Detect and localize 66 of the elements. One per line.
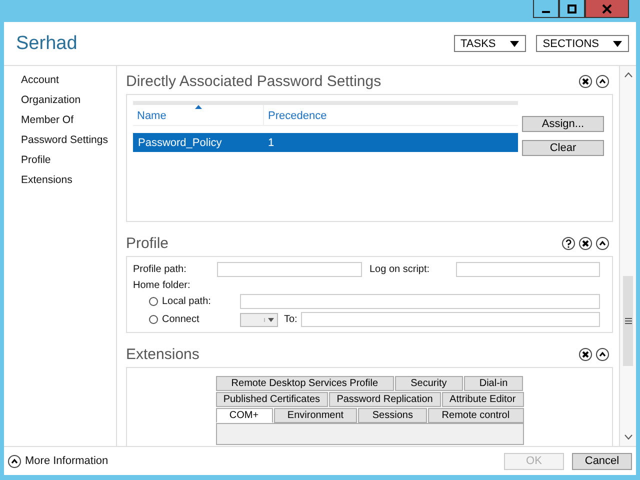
radio-label: Connect [162,314,200,325]
connect-path-field[interactable] [301,312,600,327]
action-button[interactable]: Clear [522,140,604,156]
profile-path-field[interactable] [217,262,362,277]
window-title: Serhad [16,32,78,54]
section-title: Profile [126,235,169,252]
log-on-script-field[interactable] [456,262,600,277]
maximize-icon [567,4,577,14]
tab[interactable]: Security [394,376,463,391]
field-label: To: [284,314,298,325]
action-button[interactable]: Assign... [522,116,604,132]
close-icon[interactable] [579,348,592,361]
field-label: Home folder: [133,280,192,291]
tab[interactable]: Remote Desktop Services Profile [216,376,394,391]
sidebar-item[interactable]: Profile [21,154,116,166]
dropdown-button[interactable]: TASKS [454,35,526,52]
section-title: Extensions [126,346,200,363]
dropdown-button[interactable]: SECTIONS [536,35,629,52]
radio-button[interactable] [149,297,158,306]
collapse-icon[interactable] [596,237,609,250]
radio-label: Local path: [162,296,212,307]
tab[interactable]: Sessions [358,408,427,423]
maximize-button[interactable] [559,0,585,18]
sidebar-item[interactable]: Account [21,74,116,86]
scrollbar[interactable] [619,66,636,446]
caret-icon [613,40,622,46]
caret-icon [510,40,519,46]
close-icon[interactable] [579,237,592,250]
table-cell-text: Password_Policy [137,136,223,148]
tab[interactable]: Password Replication [328,392,441,407]
scroll-up-icon [624,72,632,78]
dialog-button[interactable]: Cancel [572,452,632,470]
tab[interactable]: Dial-in [464,376,524,391]
tab[interactable]: Attribute Editor [442,392,524,407]
tab[interactable]: COM+ [216,408,272,423]
field-label: Log on script: [370,264,431,275]
sidebar-item[interactable]: Extensions [21,174,116,186]
close-icon [602,4,612,14]
sidebar-item[interactable]: Organization [21,94,116,106]
collapse-icon[interactable] [596,348,609,361]
table-cell-text: 1 [267,136,276,148]
more-information-link[interactable]: More Information [8,454,108,468]
tab[interactable]: Remote control [428,408,524,423]
close-button[interactable] [585,0,629,18]
table-row[interactable]: Password_Policy 1 [133,133,518,152]
field-label: Profile path: [133,264,188,275]
column-header[interactable]: Name [133,105,263,125]
minimize-icon [542,10,550,12]
close-icon[interactable] [579,75,592,88]
scroll-down-icon [624,434,632,440]
minimize-button[interactable] [533,0,559,18]
expand-icon [8,454,21,468]
tab[interactable]: Environment [274,408,358,423]
radio-button[interactable] [149,315,158,324]
caret-icon [264,318,277,322]
collapse-icon[interactable] [596,75,609,88]
tab[interactable]: Published Certificates [216,392,328,407]
local-path-field[interactable] [240,294,600,309]
section-title: Directly Associated Password Settings [126,73,382,90]
drive-dropdown[interactable] [240,312,278,326]
sidebar-item[interactable]: Password Settings [21,134,116,146]
help-icon[interactable] [562,237,575,250]
sidebar-item[interactable]: Member Of [21,114,116,126]
grip-icon [624,318,632,324]
scroll-thumb[interactable] [623,276,633,366]
column-header[interactable]: Precedence [263,105,362,125]
